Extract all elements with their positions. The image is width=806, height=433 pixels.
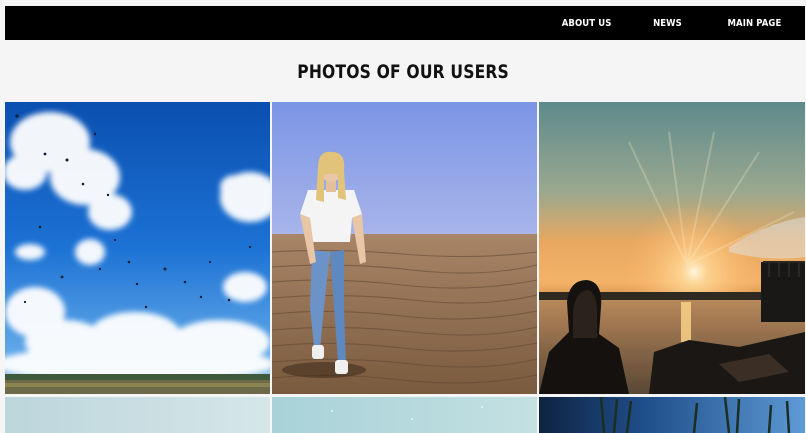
page-title: PHOTOS OF OUR USERS — [0, 61, 806, 83]
nav-news[interactable]: NEWS — [653, 18, 682, 29]
photo-grass-and-sky[interactable] — [539, 397, 805, 433]
nav-about-us[interactable]: ABOUT US — [562, 18, 612, 29]
pale-water-image — [272, 397, 537, 433]
girl-on-beach-image — [272, 102, 537, 394]
photo-girl-on-beach[interactable] — [272, 102, 537, 394]
photo-pale-sky[interactable] — [5, 397, 270, 433]
sky-with-birds-image — [5, 102, 270, 394]
photo-sunset-lake[interactable] — [539, 102, 805, 394]
photo-pale-water[interactable] — [272, 397, 537, 433]
top-nav-bar: ABOUT US NEWS MAIN PAGE — [5, 6, 805, 40]
page: ABOUT US NEWS MAIN PAGE PHOTOS OF OUR US… — [0, 0, 806, 433]
grass-and-sky-image — [539, 397, 805, 433]
pale-sky-image — [5, 397, 270, 433]
photo-sky-with-birds[interactable] — [5, 102, 270, 394]
nav-main-page[interactable]: MAIN PAGE — [727, 18, 781, 29]
page-title-text: PHOTOS OF OUR USERS — [297, 61, 509, 83]
sunset-lake-image — [539, 102, 805, 394]
